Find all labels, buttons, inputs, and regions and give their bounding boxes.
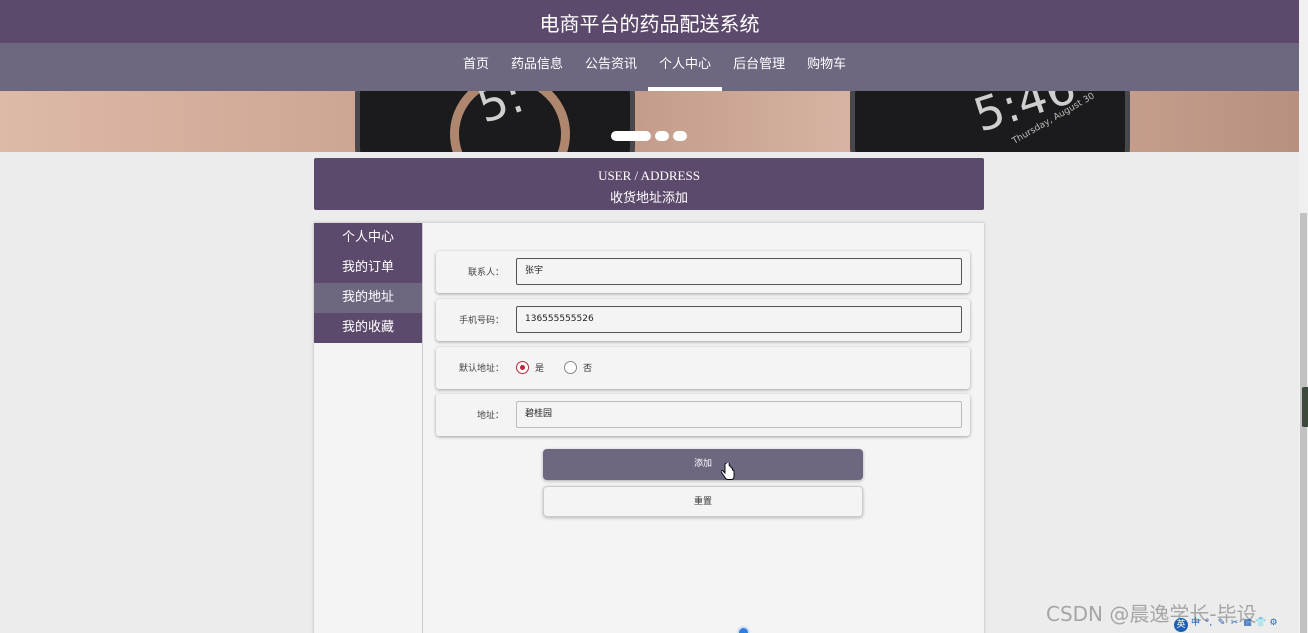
sidebar: 个人中心 我的订单 我的地址 我的收藏	[314, 223, 423, 633]
carousel-dots	[611, 131, 687, 141]
address-row: 地址： 碧桂园	[436, 394, 970, 436]
carousel-dot[interactable]	[611, 131, 651, 141]
ime-punctuation-icon[interactable]: °,	[1203, 618, 1214, 629]
side-panel-tab[interactable]	[1302, 387, 1308, 427]
sidebar-item-personal-center[interactable]: 个人中心	[314, 223, 422, 253]
nav-bar: 首页 药品信息 公告资讯 个人中心 后台管理 购物车	[0, 43, 1299, 91]
sidebar-item-my-favorites[interactable]: 我的收藏	[314, 313, 422, 343]
carousel-dot[interactable]	[655, 131, 669, 141]
ime-handwrite-icon[interactable]: ✎	[1216, 618, 1227, 629]
address-label: 地址：	[476, 411, 504, 421]
site-title: 电商平台的药品配送系统	[539, 12, 760, 36]
nav-item-home[interactable]: 首页	[452, 43, 500, 91]
contact-input[interactable]: 张宇	[516, 258, 962, 285]
banner-phone-right: 5:46 Thursday, August 30	[850, 91, 1130, 152]
nav-item-announcements[interactable]: 公告资讯	[574, 43, 648, 91]
address-input[interactable]: 碧桂园	[516, 401, 962, 428]
section-title-en: USER / ADDRESS	[598, 168, 700, 183]
default-address-row: 默认地址： 是 否	[436, 347, 970, 389]
nav-item-personal-center[interactable]: 个人中心	[648, 43, 723, 91]
ime-toolbar: 英 中 °, ✎ ✂ ▦ 👕 ⚙	[1174, 618, 1279, 632]
banner-phone-left: 5:	[355, 91, 635, 152]
main-nav: 首页 药品信息 公告资讯 个人中心 后台管理 购物车	[452, 43, 857, 91]
default-address-radio-group: 是 否	[516, 361, 612, 374]
nav-item-admin[interactable]: 后台管理	[722, 43, 796, 91]
reset-button[interactable]: 重置	[543, 486, 863, 517]
default-address-label: 默认地址：	[458, 364, 504, 374]
radio-yes[interactable]	[516, 361, 529, 374]
phone-row: 手机号码： 136555555526	[436, 299, 970, 341]
carousel-dot[interactable]	[673, 131, 687, 141]
radio-no[interactable]	[564, 361, 578, 374]
ime-scissors-icon[interactable]: ✂	[1229, 618, 1240, 629]
phone-label: 手机号码：	[458, 316, 504, 326]
ime-chinese-icon[interactable]: 中	[1190, 618, 1201, 629]
title-bar: 电商平台的药品配送系统	[0, 0, 1299, 43]
radio-yes-label[interactable]: 是	[535, 361, 544, 374]
radio-no-label[interactable]: 否	[583, 361, 592, 374]
section-title-zh: 收货地址添加	[609, 191, 688, 206]
content-panel: 个人中心 我的订单 我的地址 我的收藏 联系人： 张宇 手机号码： 136555…	[314, 223, 984, 633]
ime-english-icon[interactable]: 英	[1174, 618, 1188, 632]
sidebar-item-my-orders[interactable]: 我的订单	[314, 253, 422, 283]
nav-item-medicine-info[interactable]: 药品信息	[500, 43, 574, 91]
ime-keyboard-icon[interactable]: ▦	[1242, 618, 1253, 629]
section-header: USER / ADDRESS 收货地址添加	[314, 158, 984, 210]
ime-skin-icon[interactable]: 👕	[1255, 618, 1266, 629]
ime-settings-icon[interactable]: ⚙	[1268, 618, 1279, 629]
phone-input[interactable]: 136555555526	[516, 306, 962, 333]
contact-row: 联系人： 张宇	[436, 251, 970, 293]
nav-item-cart[interactable]: 购物车	[796, 43, 857, 91]
contact-label: 联系人：	[467, 268, 504, 278]
floating-dot[interactable]	[737, 626, 750, 633]
hand-cursor-icon	[721, 463, 735, 480]
sidebar-item-my-address[interactable]: 我的地址	[314, 283, 422, 313]
add-button[interactable]: 添加	[543, 449, 863, 480]
banner-carousel[interactable]: 5: 5:46 Thursday, August 30	[0, 91, 1299, 152]
